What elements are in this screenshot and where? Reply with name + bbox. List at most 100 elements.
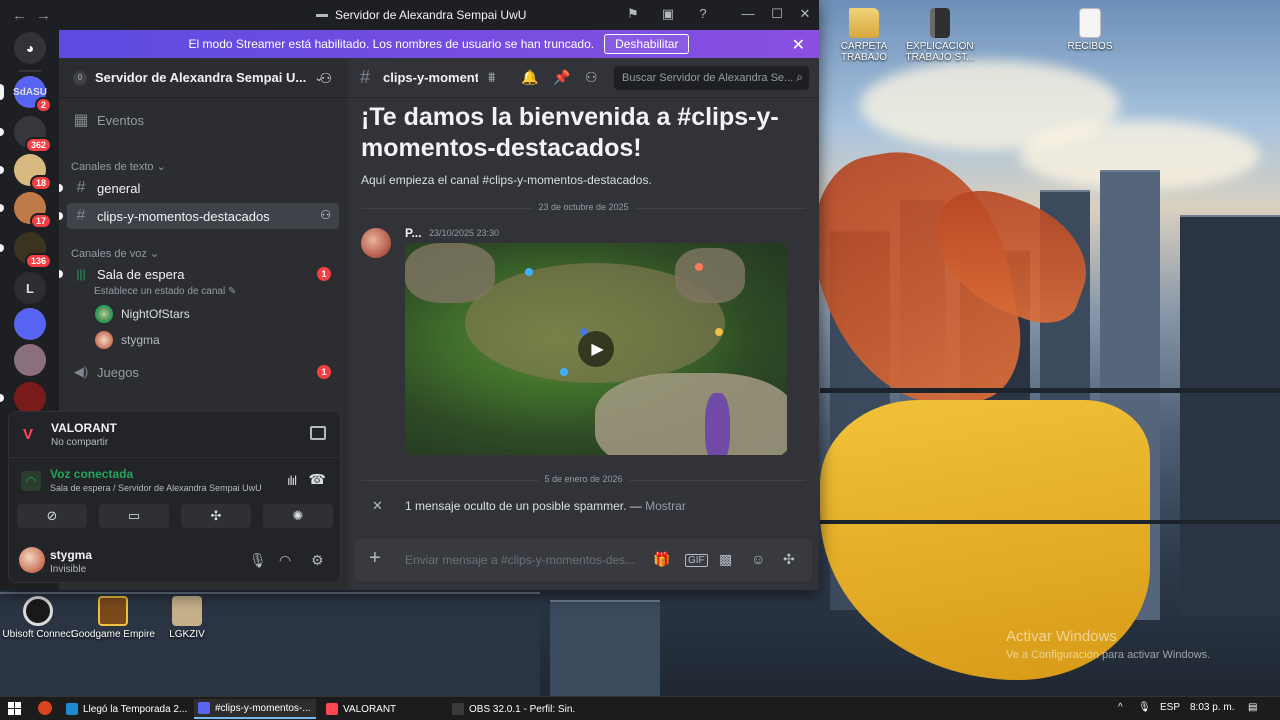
composer-placeholder[interactable]: Enviar mensaje a #clips-y-momentos-des..… — [405, 553, 645, 567]
app-icon — [326, 703, 338, 715]
desktop-icon-label: CARPETA TRABAJO — [840, 41, 888, 63]
unread-indicator — [0, 84, 4, 100]
server-icon-2[interactable]: 362 — [0, 116, 52, 153]
signal-icon[interactable]: ◠ — [21, 471, 41, 491]
maximize-button[interactable]: ☐ — [769, 6, 785, 22]
video-unit — [525, 268, 533, 276]
message-author[interactable]: P... — [405, 226, 421, 240]
gift-icon[interactable]: 🎁 — [653, 551, 670, 568]
valorant-icon: V — [23, 426, 34, 443]
chevron-down-icon: ⌄ — [149, 248, 160, 260]
unread-indicator — [0, 166, 4, 174]
gif-icon[interactable]: GIF — [685, 554, 708, 567]
category-label: Canales de texto — [71, 161, 154, 173]
channel-general[interactable]: # general — [59, 175, 339, 201]
desktop-icon-goodgame[interactable]: Goodgame Empire — [71, 596, 155, 640]
desktop-icon-label: LGKZIV — [169, 629, 205, 640]
notifications-icon[interactable]: ▤ — [1248, 702, 1257, 713]
video-attachment[interactable]: ▶ — [405, 243, 787, 455]
sticker-icon[interactable]: ▩ — [719, 551, 732, 568]
server-icon-3[interactable]: 18 — [0, 154, 52, 191]
emoji-icon[interactable]: ☺ — [751, 551, 765, 567]
windows-start-icon[interactable] — [8, 702, 21, 715]
taskbar-app-3[interactable]: VALORANT — [322, 699, 442, 719]
chevron-up-icon[interactable]: ^ — [1118, 702, 1123, 713]
server-icon-5[interactable]: 136 — [0, 232, 52, 269]
share-screen-button[interactable]: ▭ — [99, 504, 169, 528]
disconnect-icon[interactable]: ☎ — [309, 471, 326, 488]
help-icon[interactable]: ? — [695, 6, 711, 22]
voice-connected-label[interactable]: Voz conectada — [50, 467, 133, 481]
app-icon — [198, 702, 210, 714]
soundboard-button[interactable]: ✺ — [263, 504, 333, 528]
apps-icon[interactable]: ✣ — [783, 551, 795, 568]
desktop-icon-explicacion[interactable]: EXPLICACION TRABAJO ST... — [898, 8, 982, 63]
language-indicator[interactable]: ESP — [1160, 702, 1180, 713]
bell-icon[interactable]: 🔔 — [521, 69, 538, 86]
voice-user-nightofstars[interactable]: NightOfStars — [95, 305, 190, 323]
back-arrow-icon[interactable]: ← — [12, 7, 27, 24]
plus-icon[interactable]: + — [369, 548, 387, 568]
video-unit — [560, 368, 568, 376]
camera-off-button[interactable]: ⊘ — [17, 504, 87, 528]
brave-icon[interactable] — [38, 701, 52, 715]
message-author-avatar[interactable] — [361, 228, 391, 258]
server-header[interactable]: 0 Servidor de Alexandra Sempai U... ⌄ ⚇ — [59, 58, 348, 98]
close-banner-icon[interactable]: ✕ — [792, 35, 805, 55]
inbox-icon[interactable]: ▣ — [660, 6, 676, 22]
voice-channel-juegos[interactable]: ◀) Juegos 1 — [67, 359, 339, 385]
message-composer[interactable]: + Enviar mensaje a #clips-y-momentos-des… — [355, 538, 812, 582]
rail-divider — [19, 70, 41, 72]
flag-icon[interactable]: ⚑ — [625, 6, 641, 22]
category-text-channels[interactable]: Canales de texto ⌄ — [71, 160, 166, 173]
microphone-icon[interactable]: 🎙 — [1138, 702, 1151, 713]
desktop-icon-ubisoft[interactable]: Ubisoft Connect — [0, 596, 80, 640]
close-window-button[interactable]: ✕ — [797, 6, 813, 22]
minimize-button[interactable]: — — [740, 6, 756, 22]
desktop-icon-lgkziv[interactable]: LGKZIV — [145, 596, 229, 640]
taskbar-app-1[interactable]: Llegó la Temporada 2... — [62, 699, 188, 719]
threads-icon[interactable]: ⩩ — [488, 69, 495, 86]
headphones-icon[interactable]: ◠ — [279, 552, 291, 569]
voice-channel-sala-de-espera[interactable]: ||| Sala de espera 1 — [59, 261, 339, 287]
user-avatar[interactable] — [19, 547, 45, 573]
show-spam-link[interactable]: Mostrar — [645, 499, 686, 513]
play-button-icon[interactable]: ▶ — [578, 331, 614, 367]
server-icon-8[interactable] — [14, 344, 46, 376]
close-icon[interactable]: ✕ — [372, 498, 383, 514]
invite-people-icon[interactable]: ⚇ — [319, 70, 332, 87]
search-placeholder: Buscar Servidor de Alexandra Se... — [622, 72, 794, 84]
channel-clips-y-momentos-destacados[interactable]: # clips-y-momentos-destacados ⚇ — [59, 203, 339, 229]
invite-member-icon[interactable]: ⚇ — [320, 208, 331, 222]
user-name[interactable]: stygma — [50, 548, 92, 562]
desktop-icon-carpeta-trabajo[interactable]: CARPETA TRABAJO — [822, 8, 906, 63]
microphone-icon[interactable]: 🎙 — [249, 552, 267, 569]
clock[interactable]: 8:03 p. m. — [1190, 702, 1234, 713]
pin-icon[interactable]: 📌 — [553, 69, 570, 86]
server-avatar: L — [14, 272, 46, 304]
voice-user-stygma[interactable]: stygma — [95, 331, 160, 349]
members-icon[interactable]: ⚇ — [585, 69, 598, 86]
hidden-spam-notice: ✕ 1 mensaje oculto de un posible spammer… — [348, 496, 819, 518]
search-input[interactable]: Buscar Servidor de Alexandra Se... ⌕ — [614, 66, 809, 90]
taskbar-app-4[interactable]: OBS 32.0.1 - Perfil: Sin... — [448, 699, 576, 719]
forward-arrow-icon[interactable]: → — [36, 7, 51, 24]
disable-streamer-button[interactable]: Deshabilitar — [604, 34, 690, 54]
server-icon-9[interactable] — [0, 382, 46, 414]
voice-channel-status[interactable]: Establece un estado de canal ✎ — [94, 286, 236, 297]
events-item[interactable]: ▦ Eventos — [67, 107, 339, 133]
home-button[interactable]: ◕ — [14, 32, 46, 64]
server-icon-7[interactable] — [14, 308, 46, 340]
server-icon-1[interactable]: SdASU 2 — [0, 76, 52, 113]
server-icon-6[interactable]: L — [14, 272, 46, 304]
server-icon-4[interactable]: 17 — [0, 192, 52, 229]
screen-share-icon[interactable] — [310, 426, 326, 440]
gear-icon[interactable]: ⚙ — [311, 552, 324, 569]
video-terrain — [405, 243, 495, 303]
noise-suppression-icon[interactable]: ılıl — [287, 473, 297, 488]
taskbar-app-2[interactable]: #clips-y-momentos-... — [194, 699, 316, 719]
wallpaper-building — [1180, 215, 1280, 615]
activities-button[interactable]: ✣ — [181, 504, 251, 528]
category-voice-channels[interactable]: Canales de voz ⌄ — [71, 247, 159, 260]
desktop-icon-recibos[interactable]: RECIBOS — [1048, 8, 1132, 52]
